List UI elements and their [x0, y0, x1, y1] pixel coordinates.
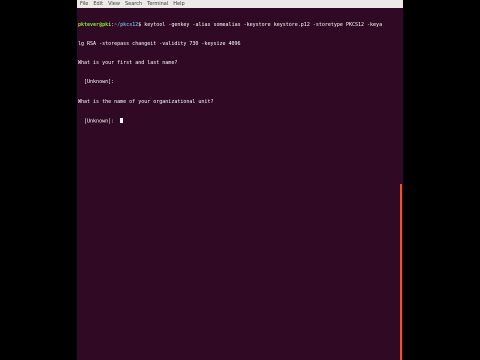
terminal-output[interactable]: pktever@pki:~/pkcs12$ keytool -genkey -a… — [77, 9, 398, 137]
menu-bar: File Edit View Search Terminal Help — [77, 0, 403, 8]
menu-help[interactable]: Help — [173, 0, 184, 8]
scrollbar[interactable] — [400, 184, 402, 360]
menu-search[interactable]: Search — [125, 0, 142, 8]
prompt-user: pktever@pki — [78, 21, 112, 28]
command-text: keytool -genkey -alias somealias -keysto… — [144, 21, 383, 28]
question-org-unit: What is the name of your organizational … — [78, 98, 214, 105]
menu-edit[interactable]: Edit — [93, 0, 103, 8]
terminal-window: File Edit View Search Terminal Help pkte… — [77, 0, 403, 360]
menu-file[interactable]: File — [80, 0, 88, 8]
answer-org-unit: [Unknown]: — [78, 118, 121, 125]
prompt-path: ~/pkcs12 — [114, 21, 139, 28]
command-line: pktever@pki:~/pkcs12$ keytool -genkey -a… — [78, 22, 398, 28]
answer-name: [Unknown]: — [78, 79, 115, 86]
input-line[interactable]: [Unknown]: — [78, 117, 398, 125]
text-cursor — [120, 117, 124, 123]
menu-terminal[interactable]: Terminal — [147, 0, 168, 8]
command-continuation: lg RSA -storepass changeit -validity 730… — [78, 41, 241, 48]
question-name: What is your first and last name? — [78, 60, 178, 67]
menu-view[interactable]: View — [108, 0, 120, 8]
